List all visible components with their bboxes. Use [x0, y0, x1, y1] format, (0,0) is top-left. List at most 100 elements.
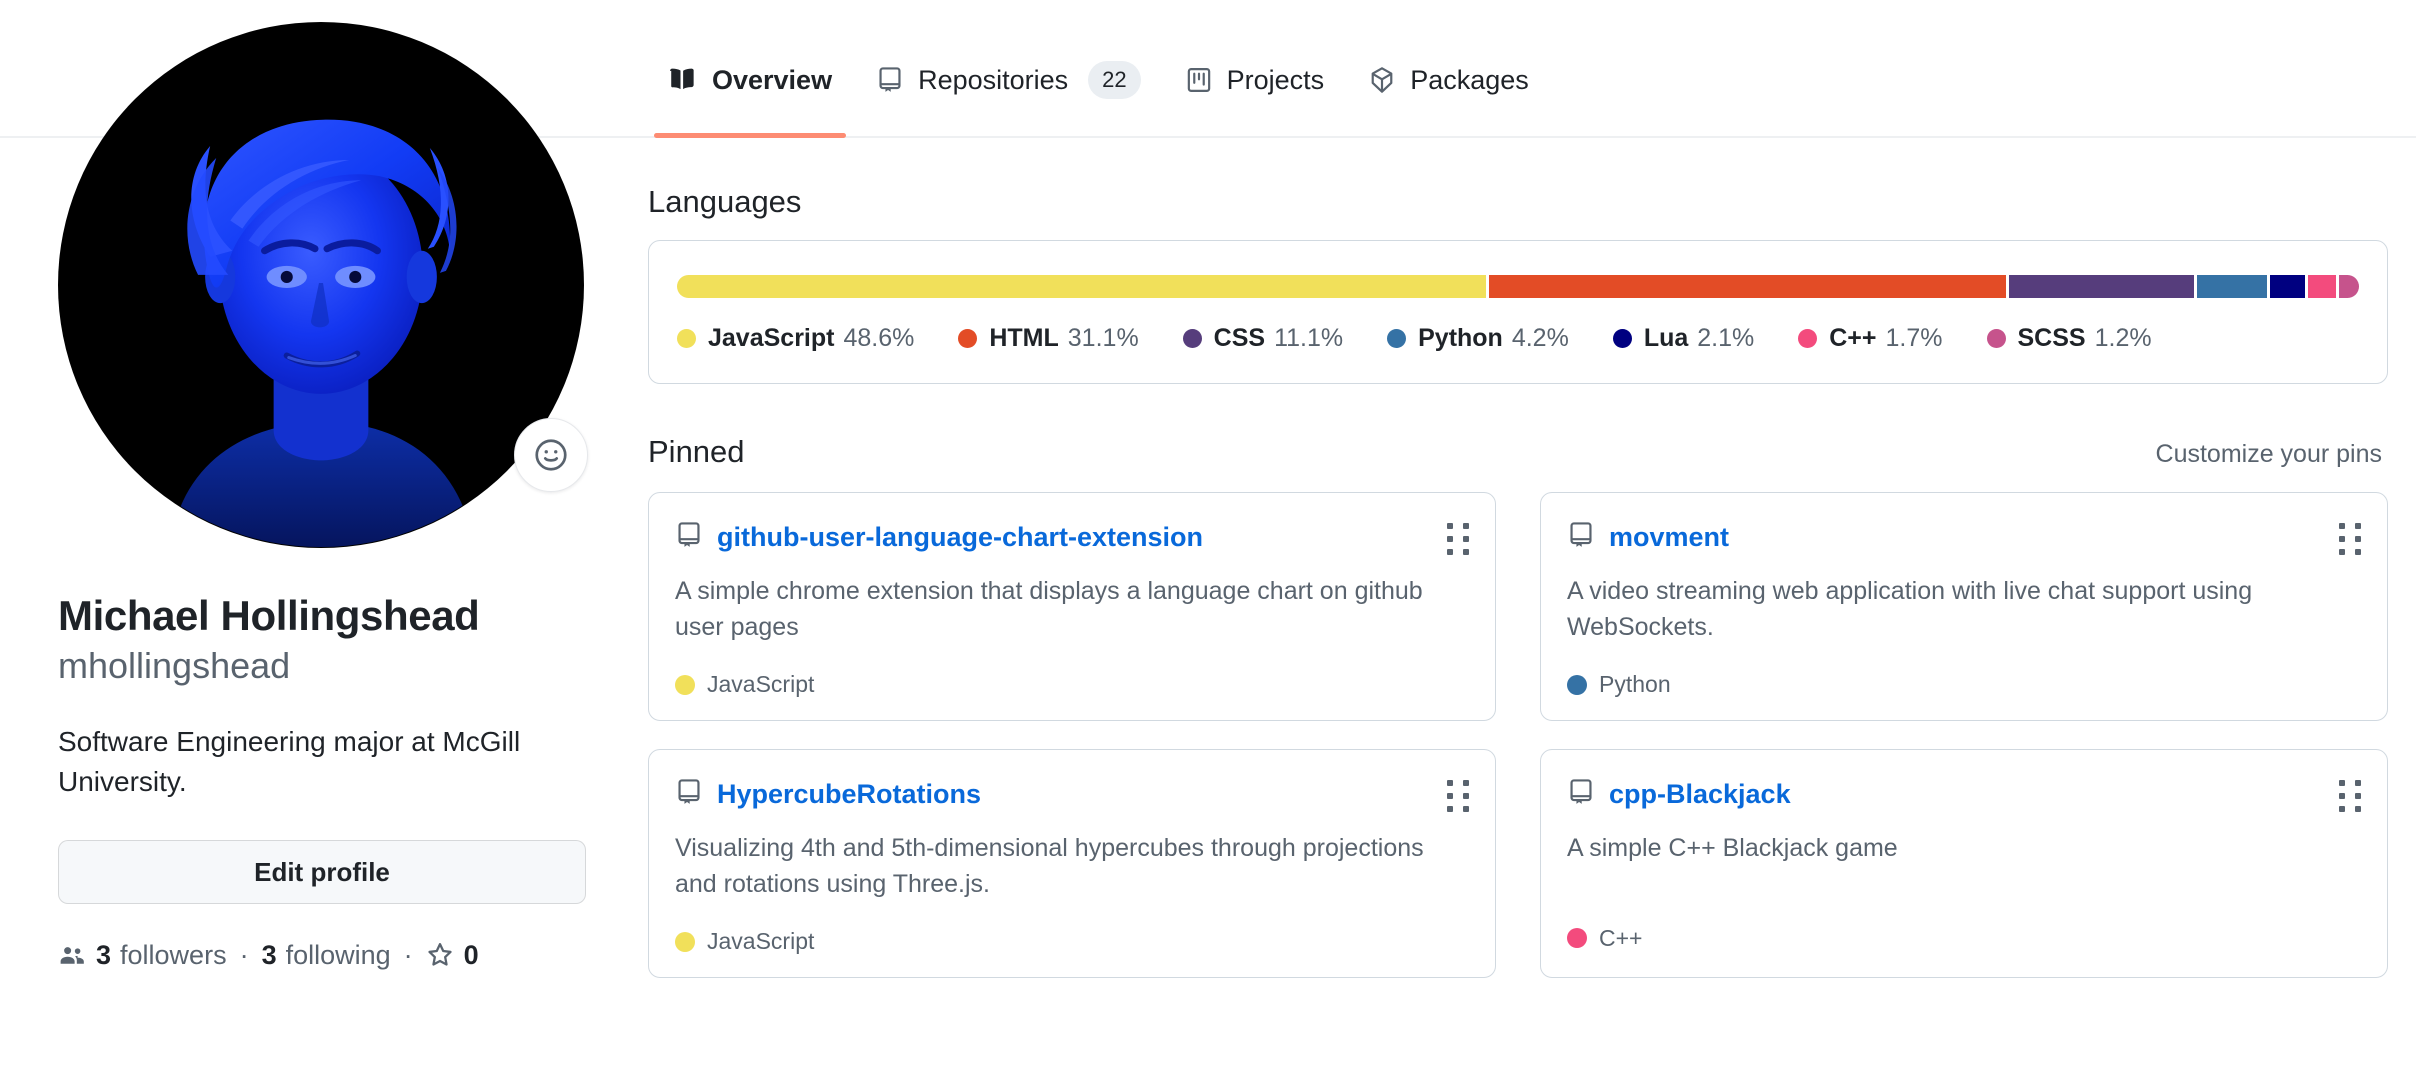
legend-name: JavaScript	[708, 324, 835, 352]
lang-color-dot	[675, 931, 695, 952]
lang-segment-javascript[interactable]	[677, 275, 1486, 298]
pinned-repo-meta: C++	[1567, 925, 2361, 952]
lang-color-dot	[1567, 674, 1587, 695]
pinned-title: Pinned	[648, 434, 745, 469]
profile-tabs: Overview Repositories 22 Projects Packag…	[648, 0, 2388, 138]
pinned-repo-header: github-user-language-chart-extension	[675, 521, 1469, 554]
repo-icon	[675, 521, 703, 554]
languages-bar	[677, 275, 2359, 298]
pinned-repo-language: JavaScript	[707, 928, 815, 954]
avatar-container	[58, 22, 588, 548]
languages-title: Languages	[648, 184, 802, 219]
stars-link[interactable]: 0	[426, 940, 479, 971]
social-stats-row: 3 followers · 3 following · 0	[58, 940, 598, 971]
pinned-repo-language: JavaScript	[707, 671, 815, 697]
pinned-repo-meta: Python	[1567, 671, 2361, 698]
repo-icon	[876, 66, 904, 94]
pinned-repo-name[interactable]: HypercubeRotations	[717, 778, 981, 810]
legend-item-cpp[interactable]: C++ 1.7%	[1798, 324, 1943, 353]
drag-handle-icon[interactable]	[1447, 523, 1469, 555]
following-label: following	[285, 939, 391, 970]
lang-color-dot	[1612, 329, 1632, 348]
edit-profile-button[interactable]: Edit profile	[58, 839, 586, 904]
set-status-button[interactable]	[514, 418, 588, 492]
customize-pins-link[interactable]: Customize your pins	[2156, 440, 2382, 469]
lang-color-dot	[1387, 329, 1407, 348]
pinned-repo-description: A simple C++ Blackjack game	[1567, 834, 1898, 862]
lang-color-dot	[1567, 928, 1587, 948]
lang-segment-html[interactable]	[1488, 275, 2007, 298]
name-block: Michael Hollingshead mhollingshead	[58, 590, 598, 688]
avatar[interactable]	[58, 22, 584, 548]
legend-name: C++	[1829, 324, 1877, 352]
pinned-repo-description: A video streaming web application with l…	[1567, 577, 2253, 641]
lang-segment-lua[interactable]	[2269, 275, 2305, 298]
followers-link[interactable]: 3 followers	[58, 940, 227, 971]
pinned-repo-description: A simple chrome extension that displays …	[675, 577, 1423, 641]
pinned-repo-name[interactable]: movment	[1609, 521, 1729, 553]
stats-separator-2: ·	[403, 939, 413, 970]
pinned-section-header: Pinned Customize your pins	[648, 434, 2388, 470]
legend-percent: 1.7%	[1885, 324, 1943, 352]
legend-percent: 48.6%	[843, 324, 915, 352]
tab-overview[interactable]: Overview	[650, 38, 856, 138]
pinned-repo-name[interactable]: cpp-Blackjack	[1609, 778, 1791, 810]
tab-repositories-label: Repositories	[918, 64, 1069, 95]
lang-color-dot	[1182, 329, 1202, 348]
pinned-repo-card: movment A video streaming web applicatio…	[1540, 492, 2388, 721]
tab-packages[interactable]: Packages	[1348, 38, 1553, 122]
legend-item-lua[interactable]: Lua 2.1%	[1612, 324, 1755, 353]
tab-overview-label: Overview	[712, 64, 833, 95]
tab-packages-label: Packages	[1410, 64, 1529, 95]
lang-color-dot	[1798, 329, 1818, 348]
book-icon	[670, 66, 698, 94]
lang-segment-cpp[interactable]	[2307, 275, 2337, 298]
legend-name: Python	[1418, 324, 1503, 352]
drag-handle-icon[interactable]	[1447, 780, 1469, 812]
legend-percent: 31.1%	[1067, 324, 1139, 352]
pinned-repo-meta: JavaScript	[675, 671, 1469, 698]
lang-color-dot	[677, 329, 696, 348]
languages-legend: JavaScript 48.6% HTML 31.1% CSS 11.1% Py…	[677, 324, 2359, 353]
tab-repositories[interactable]: Repositories 22	[856, 38, 1165, 122]
pinned-repo-language: C++	[1599, 924, 1643, 951]
pinned-repo-card: github-user-language-chart-extension A s…	[648, 492, 1496, 721]
languages-section-header: Languages	[648, 184, 2388, 220]
pinned-repo-header: movment	[1567, 521, 2361, 554]
followers-label: followers	[120, 939, 227, 970]
legend-percent: 2.1%	[1697, 324, 1755, 352]
following-count: 3	[261, 939, 277, 970]
lang-segment-css[interactable]	[2009, 275, 2194, 298]
legend-item-css[interactable]: CSS 11.1%	[1182, 324, 1343, 353]
drag-handle-icon[interactable]	[2339, 523, 2361, 555]
followers-count: 3	[96, 939, 112, 970]
stats-separator-1: ·	[239, 939, 249, 970]
lang-segment-python[interactable]	[2196, 275, 2267, 298]
profile-login: mhollingshead	[58, 645, 291, 687]
legend-item-javascript[interactable]: JavaScript 48.6%	[677, 324, 914, 353]
pinned-repo-header: HypercubeRotations	[675, 778, 1469, 811]
pinned-repo-name[interactable]: github-user-language-chart-extension	[717, 521, 1203, 553]
legend-item-html[interactable]: HTML 31.1%	[958, 324, 1139, 353]
legend-name: CSS	[1213, 324, 1266, 352]
repo-icon	[1567, 521, 1595, 554]
pinned-repo-card: cpp-Blackjack A simple C++ Blackjack gam…	[1540, 749, 2388, 978]
pinned-repo-card: HypercubeRotations Visualizing 4th and 5…	[648, 749, 1496, 978]
lang-segment-scss[interactable]	[2339, 275, 2359, 298]
repo-icon	[675, 778, 703, 811]
active-tab-underline	[654, 133, 847, 138]
legend-item-python[interactable]: Python 4.2%	[1387, 324, 1569, 353]
languages-card: JavaScript 48.6% HTML 31.1% CSS 11.1% Py…	[648, 240, 2388, 384]
star-icon	[428, 943, 452, 966]
repositories-count-badge: 22	[1088, 61, 1141, 99]
repo-icon	[1567, 778, 1595, 811]
profile-bio: Software Engineering major at McGill Uni…	[58, 726, 521, 797]
following-link[interactable]: 3 following	[262, 940, 391, 971]
legend-item-scss[interactable]: SCSS 1.2%	[1986, 324, 2152, 353]
profile-full-name: Michael Hollingshead	[58, 592, 480, 639]
project-icon	[1185, 66, 1213, 94]
tab-projects[interactable]: Projects	[1165, 38, 1349, 122]
profile-sidebar: Michael Hollingshead mhollingshead Softw…	[58, 22, 598, 971]
drag-handle-icon[interactable]	[2339, 780, 2361, 812]
github-profile-page: Michael Hollingshead mhollingshead Softw…	[0, 0, 2416, 1074]
